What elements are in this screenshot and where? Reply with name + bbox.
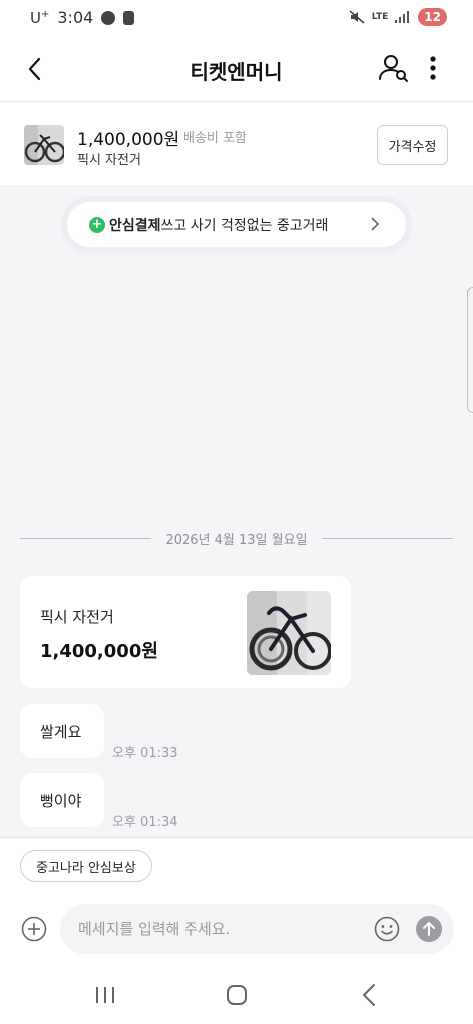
back-nav-icon bbox=[363, 984, 375, 1006]
status-left: U+ 3:04 bbox=[30, 8, 135, 27]
system-back-button[interactable] bbox=[360, 983, 378, 1007]
profile-search-button[interactable] bbox=[376, 50, 412, 86]
system-nav-bar bbox=[0, 967, 473, 1024]
safe-payment-bold: 안심결제 bbox=[109, 217, 161, 234]
arrow-up-icon bbox=[423, 922, 435, 936]
alert-notification-icon bbox=[123, 10, 135, 25]
product-thumbnail[interactable] bbox=[24, 125, 64, 165]
shield-plus-icon: + bbox=[89, 216, 105, 233]
shipping-note: 배송비 포함 bbox=[183, 131, 247, 146]
carrier-label: U+ bbox=[30, 8, 50, 27]
message-time: 오후 01:34 bbox=[112, 815, 178, 830]
message-input[interactable] bbox=[78, 904, 358, 954]
bicycle-photo bbox=[247, 591, 331, 675]
chat-header: 티켓엔머니 bbox=[0, 36, 473, 102]
recents-icon bbox=[96, 987, 114, 1003]
lte-label: LTE bbox=[371, 11, 389, 22]
profile-search-icon bbox=[379, 55, 408, 82]
card-product-image[interactable] bbox=[247, 591, 331, 675]
send-button[interactable] bbox=[416, 916, 442, 942]
status-right: LTE 12 bbox=[349, 8, 447, 26]
home-icon[interactable] bbox=[227, 985, 247, 1005]
divider-line bbox=[321, 537, 453, 539]
card-product-name: 픽시 자전거 bbox=[40, 608, 114, 626]
product-summary[interactable]: 1,400,000원 배송비 포함 픽시 자전거 가격수정 bbox=[0, 103, 473, 185]
attach-button[interactable] bbox=[21, 916, 47, 942]
emoji-icon bbox=[374, 916, 400, 942]
date-divider: 2026년 4월 13일 월요일 bbox=[20, 528, 453, 548]
safe-payment-banner[interactable]: + 안심결제 쓰고 사기 걱정없는 중고거래 bbox=[67, 202, 406, 247]
mute-icon bbox=[349, 10, 365, 24]
message-bubble[interactable]: 쌀게요 bbox=[20, 704, 104, 758]
scroll-handle[interactable] bbox=[467, 287, 473, 413]
product-name: 픽시 자전거 bbox=[77, 153, 141, 168]
chevron-right-icon bbox=[371, 217, 380, 231]
more-options-button[interactable] bbox=[420, 50, 446, 86]
clock: 3:04 bbox=[57, 8, 94, 27]
safe-compensation-chip[interactable]: 중고나라 안심보상 bbox=[20, 850, 152, 882]
product-card-message[interactable]: 픽시 자전거 1,400,000원 bbox=[20, 576, 351, 688]
chat-area[interactable]: + 안심결제 쓰고 사기 걱정없는 중고거래 2026년 4월 13일 월요일 … bbox=[0, 185, 473, 837]
status-bar: U+ 3:04 LTE 12 bbox=[0, 0, 473, 36]
recents-button[interactable] bbox=[94, 986, 116, 1004]
edit-price-button[interactable]: 가격수정 bbox=[377, 125, 448, 165]
bicycle-photo bbox=[24, 125, 64, 165]
divider-line bbox=[20, 537, 152, 539]
date-label: 2026년 4월 13일 월요일 bbox=[165, 532, 308, 548]
chat-notification-icon bbox=[101, 10, 116, 25]
plus-circle-icon bbox=[21, 916, 47, 942]
more-vertical-icon bbox=[430, 56, 436, 80]
emoji-button[interactable] bbox=[374, 916, 400, 942]
message-bubble[interactable]: 뻥이야 bbox=[20, 773, 104, 827]
message-input-box[interactable] bbox=[60, 904, 454, 954]
battery-badge: 12 bbox=[418, 8, 447, 26]
composer-area: 중고나라 안심보상 bbox=[0, 837, 473, 967]
product-price: 1,400,000원 bbox=[77, 130, 180, 150]
message-time: 오후 01:33 bbox=[112, 746, 178, 761]
card-product-price: 1,400,000원 bbox=[40, 641, 158, 662]
safe-payment-text: 쓰고 사기 걱정없는 중고거래 bbox=[160, 217, 329, 234]
signal-icon bbox=[395, 11, 411, 23]
